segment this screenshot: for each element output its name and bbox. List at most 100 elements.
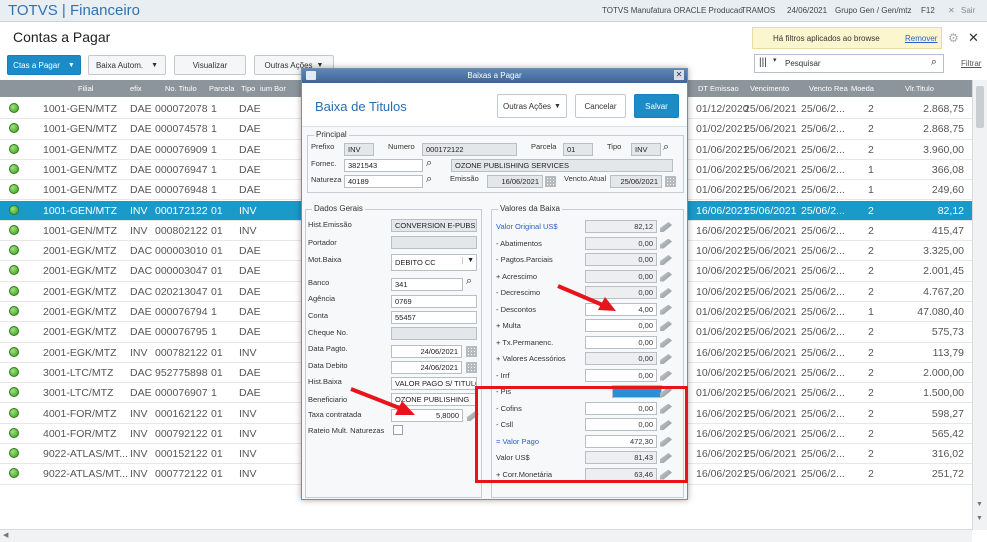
settings-icon[interactable]: ⚙ [948,31,959,45]
edit-icon[interactable] [660,255,672,265]
search-icon[interactable]: ⌕ [426,157,432,170]
scroll-down-icon[interactable]: ▼ [976,501,983,508]
tipo-field[interactable]: INV [631,143,661,156]
valor-field[interactable]: 0,00 [585,352,657,365]
baixa-autom-button[interactable]: Baixa Autom. ▼ [88,55,166,75]
edit-icon[interactable] [660,370,672,381]
valor-field[interactable]: 0,00 [585,319,657,332]
numero-field[interactable]: 000172122 [422,143,517,156]
col-titulo[interactable]: No. Titulo [165,84,197,93]
cell-titulo: 000162122 [155,407,208,420]
scroll-down-icon[interactable]: ▼ [976,515,983,522]
cell-titulo: 000003047 [155,265,208,278]
edit-icon[interactable] [660,337,672,348]
cheque-field[interactable] [391,327,477,340]
cancelar-button[interactable]: Cancelar [575,94,626,118]
status-dot-icon [9,468,19,479]
col-vencimento[interactable]: Vencimento [750,84,789,93]
calendar-icon[interactable] [466,346,477,357]
visualizar-button[interactable]: Visualizar [174,55,246,75]
cell-filial: 2001-EGK/MTZ [43,265,117,278]
edit-icon[interactable] [660,321,672,331]
valor-field[interactable]: 0,00 [585,368,657,382]
column-toggle-icon[interactable]: ||| [759,57,767,68]
chevron-down-icon[interactable]: ▼ [462,257,474,264]
fornec-field[interactable]: 3821543 [344,159,423,172]
scroll-left-icon[interactable]: ◀ [3,531,8,539]
rateio-checkbox[interactable] [393,425,403,435]
hist-emissao-field[interactable]: CONVERSION E-PUBS [391,219,477,232]
valor-field[interactable]: 0,00 [585,236,657,250]
vertical-scrollbar[interactable]: ▼ ▼ [972,80,987,530]
valor-label: - Descontos [496,304,537,314]
filtrar-link[interactable]: Filtrar [961,59,981,68]
group-label[interactable]: Grupo Gen / Gen/mtz [835,6,911,15]
col-bordero[interactable]: ium Bor [260,84,286,93]
portador-field[interactable] [391,236,477,249]
search-icon[interactable]: ⌕ [466,275,472,288]
f12-label[interactable]: F12 [921,6,935,15]
valor-field[interactable]: 82,12 [585,220,657,233]
search-input[interactable]: ||| ▾ Pesquisar ⌕ [754,54,944,73]
cell-valor: 82,12 [937,204,964,217]
cell-valor: 3.960,00 [923,143,964,156]
valor-field[interactable]: 0,00 [585,253,657,266]
conta-field[interactable]: 55457 [391,311,477,324]
emissao-field[interactable]: 16/06/2021 [487,175,543,188]
col-filial[interactable]: Filial [78,84,93,93]
cell-emissao: 01/06/2021 [696,326,749,339]
cell-valor: 2.868,75 [923,103,964,115]
status-dot-icon [9,103,19,113]
col-prefixo[interactable]: efix [130,84,142,93]
vencto-field[interactable]: 25/06/2021 [610,175,662,188]
col-moeda[interactable]: Moeda [851,84,874,93]
col-vencto-real[interactable]: Vencto Rea [809,84,848,93]
col-emissao[interactable]: DT Emissao [698,84,739,93]
col-valor[interactable]: Vlr.Titulo [905,84,934,93]
col-tipo[interactable]: Tipo [241,84,255,93]
mot-baixa-select[interactable]: DEBITO CC ▼ [391,254,477,271]
search-icon[interactable]: ⌕ [663,141,669,154]
edit-icon[interactable] [660,354,672,364]
col-parcela[interactable]: Parcela [209,84,234,93]
calendar-icon[interactable] [466,362,477,373]
valor-field[interactable]: 0,00 [585,335,657,349]
calendar-icon[interactable] [545,176,556,187]
banco-field[interactable]: 341 [391,278,463,291]
cell-pref: DAC [130,265,153,278]
search-icon[interactable]: ⌕ [931,56,937,69]
edit-icon[interactable] [660,238,672,249]
cell-parc: 1 [211,163,217,176]
cell-vreal: 25/06/2... [801,123,845,136]
cell-emissao: 01/06/2021 [696,163,749,176]
edit-icon[interactable] [660,304,672,315]
cell-moeda: 2 [868,407,874,420]
agencia-field[interactable]: 0769 [391,295,477,308]
data-debito-field[interactable]: 24/06/2021 [391,361,462,374]
exit-label[interactable]: Sair [961,6,975,15]
edit-icon[interactable] [660,271,672,282]
dialog-outras-acoes-button[interactable]: Outras Ações ▼ [497,94,567,118]
parcela-field[interactable]: 01 [563,143,593,156]
exit-icon[interactable]: ✕ [948,6,955,15]
cell-venc: 25/06/2021 [744,103,797,115]
natureza-field[interactable]: 40189 [344,175,423,188]
prefixo-field[interactable]: INV [344,143,374,156]
chevron-down-icon[interactable]: ▾ [773,56,777,64]
data-pagto-field[interactable]: 24/06/2021 [391,345,462,358]
close-browse-icon[interactable]: ✕ [968,30,979,46]
fornec-nome-field[interactable]: OZONE PUBLISHING SERVICES [451,159,673,172]
cell-venc: 25/06/2021 [744,326,797,339]
edit-icon[interactable] [660,222,672,232]
visualizar-label: Visualizar [192,60,228,70]
search-icon[interactable]: ⌕ [426,173,432,186]
scroll-thumb[interactable] [976,86,984,128]
dialog-close-icon[interactable]: ✕ [674,70,684,80]
filter-remove-link[interactable]: Remover [905,34,937,43]
salvar-button[interactable]: Salvar [634,94,679,118]
dados-gerais-section: Dados Gerais Hist.Emissão CONVERSION E-P… [305,204,482,498]
ctas-a-pagar-button[interactable]: Ctas a Pagar ▼ [7,55,81,75]
horizontal-scrollbar[interactable]: ◀ [0,529,972,542]
edit-icon[interactable] [660,288,672,298]
calendar-icon[interactable] [665,176,676,187]
